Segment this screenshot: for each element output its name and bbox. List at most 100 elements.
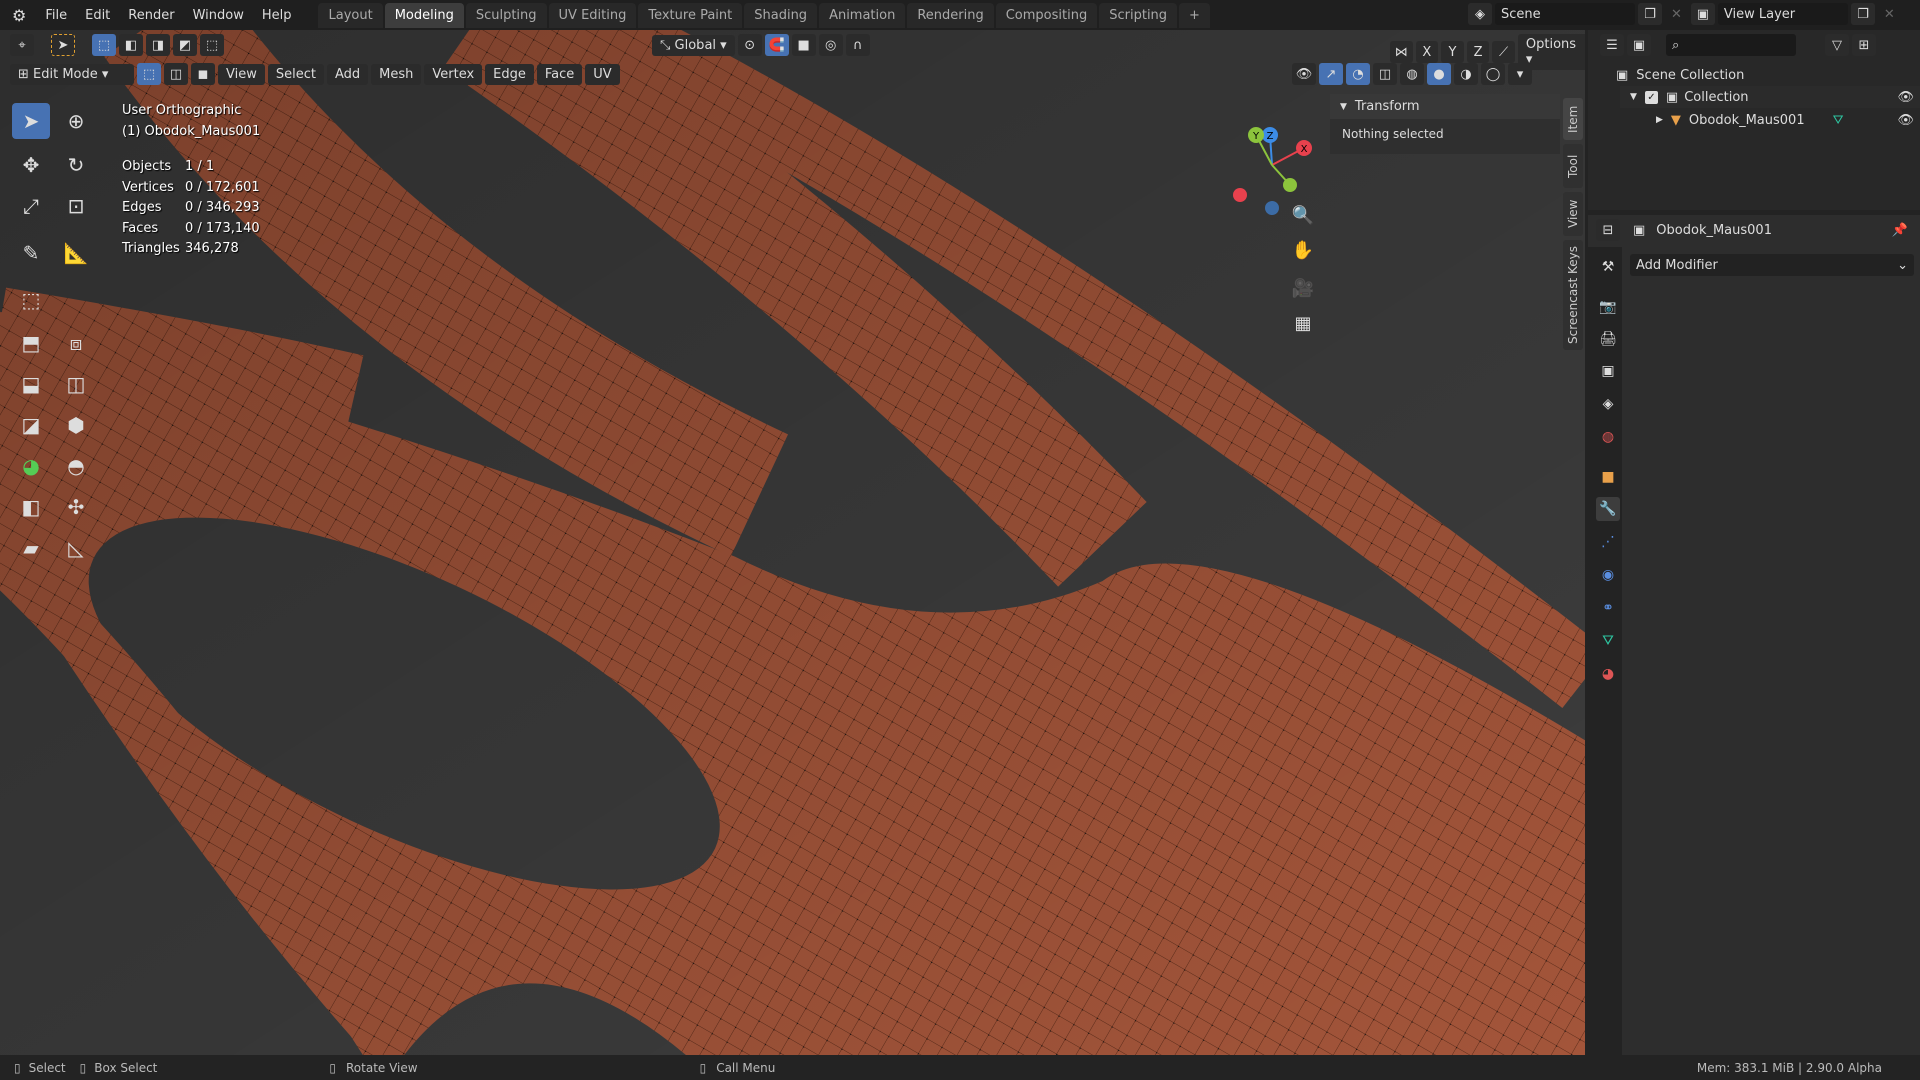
tab-item[interactable]: Item <box>1563 98 1583 140</box>
edge-slide-tool[interactable]: ◧ <box>12 489 50 525</box>
menu-edit[interactable]: Edit <box>76 8 119 23</box>
material-tab-icon[interactable]: ◕ <box>1596 662 1620 686</box>
mode-dropdown[interactable]: ⊞ Edit Mode ▾ <box>10 63 134 85</box>
view-layer-tab-icon[interactable]: ▣ <box>1596 359 1620 383</box>
spin-tool[interactable]: ◕ <box>12 448 50 484</box>
shading-options-icon[interactable]: ▾ <box>1508 63 1532 85</box>
tab-sculpting[interactable]: Sculpting <box>465 2 547 28</box>
tab-texture-paint[interactable]: Texture Paint <box>638 2 743 28</box>
eye-icon[interactable]: 👁 <box>1897 90 1914 105</box>
pivot-point-icon[interactable]: ⊙ <box>737 34 762 56</box>
tab-modeling[interactable]: Modeling <box>384 2 464 28</box>
proportional-edit-icon[interactable]: ◎ <box>818 34 843 56</box>
grid-icon[interactable]: ▦ <box>1288 308 1318 338</box>
outliner-editor-icon[interactable]: ☰ <box>1600 34 1624 56</box>
tool-tab-icon[interactable]: ⚒ <box>1596 255 1620 279</box>
physics-tab-icon[interactable]: ◉ <box>1596 563 1620 587</box>
expand-icon[interactable]: ▶ <box>1656 115 1663 125</box>
move-tool[interactable]: ✥ <box>12 147 50 183</box>
camera-icon[interactable]: 🎥 <box>1288 273 1318 303</box>
solid-shading-icon[interactable]: ● <box>1427 63 1451 85</box>
tab-shading[interactable]: Shading <box>744 2 818 28</box>
annotate-tool[interactable]: ✎ <box>12 235 50 271</box>
rotate-tool[interactable]: ↻ <box>57 147 95 183</box>
menu-help[interactable]: Help <box>253 8 301 23</box>
outliner-search-input[interactable]: ⌕ <box>1666 34 1796 56</box>
data-tab-icon[interactable]: ⛛ <box>1596 629 1620 653</box>
menu-add[interactable]: Add <box>326 63 369 85</box>
select-mode-subtract-icon[interactable]: ◨ <box>146 34 170 56</box>
smooth-tool[interactable]: ◓ <box>57 448 95 484</box>
tab-scripting[interactable]: Scripting <box>1099 2 1178 28</box>
bevel-tool[interactable]: ⬓ <box>12 366 50 402</box>
menu-select[interactable]: Select <box>267 63 324 85</box>
scene-icon[interactable]: ◈ <box>1468 3 1492 25</box>
gizmo-neg-z[interactable] <box>1265 201 1279 215</box>
select-box-tool[interactable]: ➤ <box>12 103 50 139</box>
falloff-icon[interactable]: ∩ <box>845 34 870 56</box>
measure-tool[interactable]: 📐 <box>57 235 95 271</box>
display-mode-icon[interactable]: ▣ <box>1627 34 1651 56</box>
pin-icon[interactable]: 📌 <box>1892 223 1908 238</box>
menu-vertex[interactable]: Vertex <box>424 63 483 85</box>
menu-uv[interactable]: UV <box>585 63 620 85</box>
render-tab-icon[interactable]: 📷 <box>1596 295 1620 319</box>
outliner-object[interactable]: ▶ ▼ Obodok_Maus001 ⛛ 👁 <box>1620 109 1920 131</box>
new-collection-icon[interactable]: ⊞ <box>1852 34 1876 56</box>
extrude-tool[interactable]: ⬒ <box>12 325 50 361</box>
vertex-select-icon[interactable]: ⬚ <box>137 63 161 85</box>
outliner-scene-collection[interactable]: ▣ Scene Collection <box>1616 64 1744 86</box>
transform-orientation-dropdown[interactable]: ⤡ Global ▾ <box>652 34 735 56</box>
select-mode-extend-icon[interactable]: ◧ <box>119 34 143 56</box>
scene-tab-icon[interactable]: ◈ <box>1596 392 1620 416</box>
transform-tool[interactable]: ⊡ <box>57 188 95 224</box>
tab-tool[interactable]: Tool <box>1563 144 1583 188</box>
select-mode-new-icon[interactable]: ⬚ <box>92 34 116 56</box>
3d-viewport[interactable]: ⌖ ➤ ⬚ ◧ ◨ ◩ ⬚ ⤡ Global ▾ ⊙ 🧲 ■ ◎ ∩ ⋈ X Y… <box>0 30 1585 1055</box>
modifier-tab-icon[interactable]: 🔧 <box>1596 497 1620 521</box>
menu-edge[interactable]: Edge <box>485 63 534 85</box>
constraints-tab-icon[interactable]: ⚭ <box>1596 596 1620 620</box>
mirror-icon[interactable]: ⋈ <box>1390 41 1413 63</box>
menu-render[interactable]: Render <box>119 8 183 23</box>
delete-scene-icon[interactable]: ✕ <box>1671 7 1682 22</box>
properties-editor-icon[interactable]: ⊟ <box>1596 219 1620 241</box>
tab-layout[interactable]: Layout <box>318 2 383 28</box>
tab-rendering[interactable]: Rendering <box>907 2 994 28</box>
inset-tool[interactable]: ⧈ <box>57 325 95 361</box>
edge-select-icon[interactable]: ◫ <box>164 63 188 85</box>
scale-tool[interactable]: ⤢ <box>12 188 50 224</box>
tab-view[interactable]: View <box>1563 192 1583 236</box>
gizmo-neg-x[interactable] <box>1233 188 1247 202</box>
rip-tool[interactable]: ◺ <box>57 530 95 566</box>
view-layer-field[interactable]: View Layer <box>1717 3 1848 25</box>
world-tab-icon[interactable]: ◍ <box>1596 425 1620 449</box>
overlay-toggle-icon[interactable]: ◔ <box>1346 63 1370 85</box>
add-modifier-dropdown[interactable]: Add Modifier ⌄ <box>1630 254 1914 276</box>
snap-target-icon[interactable]: ■ <box>791 34 816 56</box>
gizmo-toggle-icon[interactable]: ↗ <box>1319 63 1343 85</box>
transform-panel-header[interactable]: ▼ Transform <box>1330 94 1560 119</box>
mirror-y-toggle[interactable]: Y <box>1441 41 1464 63</box>
menu-window[interactable]: Window <box>184 8 253 23</box>
tab-uv-editing[interactable]: UV Editing <box>548 2 637 28</box>
tab-animation[interactable]: Animation <box>819 2 906 28</box>
menu-file[interactable]: File <box>36 8 76 23</box>
rendered-shading-icon[interactable]: ◯ <box>1481 63 1505 85</box>
new-scene-icon[interactable]: ❐ <box>1638 3 1662 25</box>
blender-logo-icon[interactable]: ⚙ <box>0 6 36 25</box>
face-select-icon[interactable]: ◼ <box>191 63 215 85</box>
menu-mesh[interactable]: Mesh <box>371 63 422 85</box>
view-layer-icon[interactable]: ▣ <box>1690 3 1715 25</box>
checkbox-icon[interactable]: ✓ <box>1644 90 1658 104</box>
outliner-collection[interactable]: ▼ ✓ ▣ Collection 👁 <box>1620 86 1920 108</box>
filter-icon[interactable]: ▽ <box>1825 34 1849 56</box>
topology-mirror-icon[interactable]: ⟋ <box>1492 41 1515 63</box>
loop-cut-tool[interactable]: ◫ <box>57 366 95 402</box>
snap-toggle-icon[interactable]: 🧲 <box>764 34 789 56</box>
select-tool-icon[interactable]: ➤ <box>51 34 75 56</box>
pan-hand-icon[interactable]: ✋ <box>1288 235 1318 265</box>
eye-icon[interactable]: 👁 <box>1897 113 1914 128</box>
tab-screencast-keys[interactable]: Screencast Keys <box>1563 240 1583 350</box>
expand-icon[interactable]: ▼ <box>1630 92 1637 102</box>
